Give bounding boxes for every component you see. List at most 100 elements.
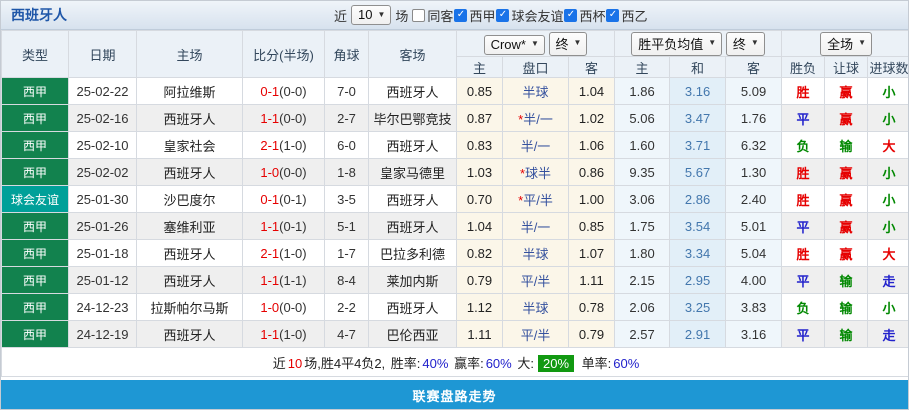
result-goals: 大	[867, 239, 908, 267]
league-badge: 西甲	[1, 131, 69, 159]
result-goals: 走	[867, 320, 908, 348]
result-handicap: 输	[824, 266, 869, 294]
handicap-away-odds: 0.79	[567, 320, 616, 348]
recent-count-select[interactable]: 10 ▼	[351, 5, 392, 25]
scope-select[interactable]: 全场 ▼	[820, 31, 873, 56]
checkbox-unchecked-icon[interactable]: ✓	[412, 8, 426, 22]
match-date: 25-02-16	[68, 104, 137, 132]
corner-score: 1-8	[324, 158, 369, 186]
avg-draw-odds: 3.16	[669, 77, 727, 105]
corner-score: 1-7	[324, 239, 369, 267]
col-header-goals: 进球数	[867, 56, 908, 78]
avg-odds-select[interactable]: 胜平负均值 ▼	[631, 31, 723, 56]
avg-final-select[interactable]: 终 ▼	[725, 31, 765, 56]
checkbox-checked-icon[interactable]: ✓	[564, 8, 578, 22]
handicap-home-odds: 0.83	[456, 131, 503, 159]
avg-draw-odds: 3.47	[669, 104, 727, 132]
away-team: 西班牙人	[368, 212, 457, 240]
score: 2-1(1-0)	[242, 239, 325, 267]
handicap-away-odds: 0.78	[567, 293, 616, 321]
avg-home-odds: 1.80	[614, 239, 671, 267]
table-row: 西甲 25-01-26 塞维利亚 1-1(0-1) 5-1 西班牙人 1.04 …	[1, 212, 908, 240]
filter-checkbox-label: 球会友谊	[511, 8, 564, 24]
away-team: 皇家马德里	[368, 158, 457, 186]
matches-table: 类型 日期 主场 比分(半场) 角球 客场 Crow* ▼ 终 ▼ 胜平负均值 ▼ 终…	[1, 30, 908, 377]
filter-checkbox-2[interactable]: ✓ 球会友谊	[496, 6, 563, 25]
col-header-avg-home: 主	[614, 56, 671, 78]
away-team: 西班牙人	[368, 293, 457, 321]
match-date: 25-02-10	[68, 131, 137, 159]
match-date: 24-12-19	[68, 320, 137, 348]
filter-checkbox-label: 同客	[427, 8, 454, 24]
avg-away-odds: 5.04	[725, 239, 783, 267]
result-wdl: 平	[781, 212, 826, 240]
result-handicap: 赢	[824, 212, 869, 240]
corner-score: 3-5	[324, 185, 369, 213]
avg-draw-odds: 3.71	[669, 131, 727, 159]
handicap-line: 半球	[502, 77, 569, 105]
league-badge: 西甲	[1, 158, 69, 186]
result-handicap: 赢	[824, 239, 869, 267]
filter-checkbox-4[interactable]: ✓ 西乙	[606, 6, 648, 25]
summary-row: 近 10 场,胜4平4负2, 胜率: 40% 赢率: 60% 大: 20% 单率: 60%	[1, 347, 908, 377]
score: 1-0(0-0)	[242, 158, 325, 186]
avg-away-odds: 3.16	[725, 320, 783, 348]
chevron-down-icon: ▼	[750, 38, 759, 47]
handicap-away-odds: 1.11	[567, 266, 616, 294]
col-header-handicap-line: 盘口	[502, 56, 569, 78]
match-date: 25-01-12	[68, 266, 137, 294]
corner-score: 7-0	[324, 77, 369, 105]
avg-home-odds: 9.35	[614, 158, 671, 186]
result-wdl: 平	[781, 104, 826, 132]
corner-score: 2-2	[324, 293, 369, 321]
score: 0-1(0-1)	[242, 185, 325, 213]
result-wdl: 胜	[781, 77, 826, 105]
home-team: 阿拉维斯	[136, 77, 243, 105]
col-header-score: 比分(半场)	[242, 30, 325, 78]
filter-checkbox-1[interactable]: ✓ 西甲	[454, 6, 495, 25]
handicap-home-odds: 0.70	[456, 185, 503, 213]
table-row: 西甲 25-02-02 西班牙人 1-0(0-0) 1-8 皇家马德里 1.03…	[1, 158, 908, 186]
handicap-final-select[interactable]: 终 ▼	[548, 31, 588, 56]
league-badge: 西甲	[1, 293, 69, 321]
table-row: 球会友谊 25-01-30 沙巴度尔 0-1(0-1) 3-5 西班牙人 0.7…	[1, 185, 908, 213]
handicap-line: 半球	[502, 239, 569, 267]
result-wdl: 胜	[781, 158, 826, 186]
filter-checkbox-same-away[interactable]: ✓同客	[412, 6, 453, 25]
filter-checkbox-3[interactable]: ✓ 西杯	[564, 6, 605, 25]
filter-checkbox-label: 西杯	[579, 8, 606, 24]
corner-score: 8-4	[324, 266, 369, 294]
checkbox-checked-icon[interactable]: ✓	[454, 8, 468, 22]
checkbox-checked-icon[interactable]: ✓	[496, 8, 510, 22]
recent-label: 近	[334, 8, 348, 24]
avg-home-odds: 1.60	[614, 131, 671, 159]
result-wdl: 平	[781, 266, 826, 294]
summary-single-rate: 60%	[613, 355, 640, 371]
result-goals: 小	[867, 158, 908, 186]
handicap-home-odds: 1.12	[456, 293, 503, 321]
match-rows: 西甲 25-02-22 阿拉维斯 0-1(0-0) 7-0 西班牙人 0.85 …	[1, 77, 908, 348]
avg-away-odds: 2.40	[725, 185, 783, 213]
title-bar: 西班牙人 近 10▼ 场 ✓同客✓西甲✓球会友谊✓西杯✓西乙	[1, 1, 908, 30]
score: 1-1(0-1)	[242, 212, 325, 240]
chevron-down-icon: ▼	[708, 38, 717, 47]
match-stats-panel: 西班牙人 近 10▼ 场 ✓同客✓西甲✓球会友谊✓西杯✓西乙 类型 日期 主场 …	[0, 0, 909, 410]
handicap-line: 半球	[502, 293, 569, 321]
result-handicap: 赢	[824, 158, 869, 186]
summary-big-label: 大:	[517, 355, 534, 371]
match-date: 25-01-26	[68, 212, 137, 240]
col-header-avg-away: 客	[725, 56, 783, 78]
table-row: 西甲 24-12-19 西班牙人 1-1(1-0) 4-7 巴伦西亚 1.11 …	[1, 320, 908, 348]
match-date: 25-02-22	[68, 77, 137, 105]
league-trend-bar[interactable]: 联赛盘路走势	[1, 380, 908, 409]
col-header-handicap-away: 客	[567, 56, 616, 78]
avg-draw-odds: 3.54	[669, 212, 727, 240]
odds-source-select[interactable]: Crow* ▼	[483, 34, 545, 55]
checkbox-checked-icon[interactable]: ✓	[606, 8, 620, 22]
away-team: 莱加内斯	[368, 266, 457, 294]
summary-text: 近 10 场,胜4平4负2, 胜率: 40% 赢率: 60% 大: 20% 单率: 60%	[1, 347, 908, 377]
league-badge: 西甲	[1, 320, 69, 348]
match-date: 25-01-18	[68, 239, 137, 267]
away-team: 西班牙人	[368, 131, 457, 159]
handicap-home-odds: 1.11	[456, 320, 503, 348]
